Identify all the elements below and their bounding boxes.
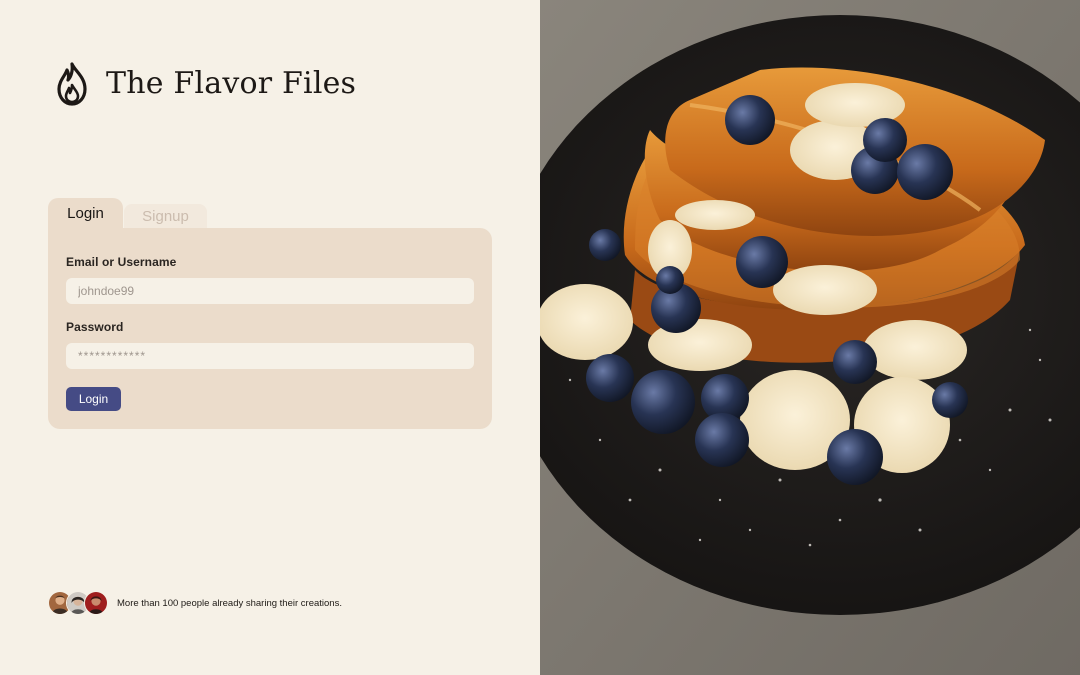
brand-name: The Flavor Files — [106, 66, 357, 101]
email-field[interactable] — [66, 278, 474, 304]
avatar-group — [48, 591, 108, 615]
french-toast-image — [540, 0, 1080, 675]
brand-header: The Flavor Files — [56, 62, 356, 106]
avatar — [84, 591, 108, 615]
password-label: Password — [66, 320, 124, 334]
social-proof: More than 100 people already sharing the… — [48, 591, 342, 615]
login-panel: The Flavor Files Login Signup Email or U… — [0, 0, 540, 675]
email-label: Email or Username — [66, 255, 177, 269]
tab-login[interactable]: Login — [48, 198, 123, 230]
password-field[interactable] — [66, 343, 474, 369]
login-button[interactable]: Login — [66, 387, 121, 411]
hero-image — [540, 0, 1080, 675]
tab-signup[interactable]: Signup — [124, 204, 207, 230]
auth-tabs: Login Signup — [48, 198, 492, 230]
login-form: Email or Username Password Login — [48, 228, 492, 429]
flame-icon — [56, 62, 88, 106]
social-proof-text: More than 100 people already sharing the… — [117, 597, 342, 609]
